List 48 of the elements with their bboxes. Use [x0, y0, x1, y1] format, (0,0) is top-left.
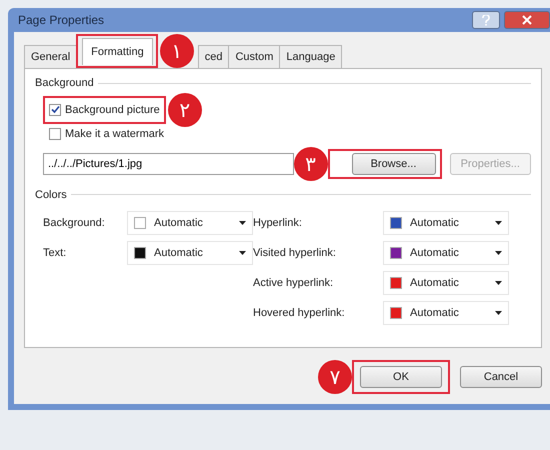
ok-button[interactable]: OK — [360, 366, 442, 388]
help-icon — [482, 14, 490, 26]
field-label: Hovered hyperlink: — [253, 306, 346, 321]
field-label: Active hyperlink: — [253, 276, 334, 291]
close-button[interactable] — [504, 11, 550, 29]
checkbox[interactable] — [49, 128, 61, 140]
section-title: Colors — [35, 188, 67, 202]
checkbox-option[interactable]: Background picture — [49, 100, 160, 120]
step-marker: ٢ — [168, 92, 202, 127]
help-button[interactable] — [472, 11, 500, 29]
dropdown-value: Automatic — [410, 246, 460, 261]
dropdown-value: Automatic — [154, 246, 204, 261]
tab[interactable]: Language — [279, 44, 342, 68]
close-icon — [522, 15, 532, 25]
field-label: Background: — [43, 216, 106, 231]
color-dropdown[interactable]: Automatic — [383, 271, 509, 295]
color-dropdown[interactable]: Automatic — [383, 301, 509, 325]
tab[interactable]: ced — [198, 44, 230, 68]
step-marker: ٣ — [294, 146, 328, 180]
color-dropdown[interactable]: Automatic — [383, 241, 509, 265]
cancel-button[interactable]: Cancel — [460, 366, 542, 388]
dropdown-value: Automatic — [410, 306, 460, 321]
color-dropdown[interactable]: Automatic — [127, 241, 253, 265]
dropdown-value: Automatic — [410, 216, 460, 231]
color-dropdown[interactable]: Automatic — [383, 211, 509, 235]
dropdown-arrow-icon — [495, 281, 502, 285]
tab[interactable]: Formatting — [82, 38, 153, 65]
tab[interactable]: Custom — [228, 44, 280, 68]
dropdown-arrow-icon — [495, 251, 502, 255]
dropdown-value: Automatic — [154, 216, 204, 231]
tab[interactable]: General — [24, 44, 78, 68]
field-label: Text: — [43, 246, 68, 261]
dropdown-arrow-icon — [239, 221, 246, 225]
checkbox-option[interactable]: Make it a watermark — [49, 124, 164, 144]
file-path-field[interactable]: ../../../Pictures/1.jpg — [43, 152, 294, 174]
dropdown-arrow-icon — [495, 311, 502, 315]
window-title: Page Properties — [17, 12, 104, 29]
field-label: Hyperlink: — [253, 216, 303, 231]
dropdown-arrow-icon — [239, 251, 246, 255]
checkbox[interactable] — [49, 104, 61, 116]
dropdown-arrow-icon — [495, 221, 502, 225]
dropdown-value: Automatic — [410, 276, 460, 291]
step-marker: ٧ — [318, 360, 352, 394]
field-label: Visited hyperlink: — [253, 246, 337, 261]
browse-button[interactable]: Browse... — [352, 152, 436, 174]
color-dropdown[interactable]: Automatic — [127, 211, 253, 235]
step-marker: ١ — [160, 34, 194, 68]
section-title: Background — [35, 76, 94, 91]
